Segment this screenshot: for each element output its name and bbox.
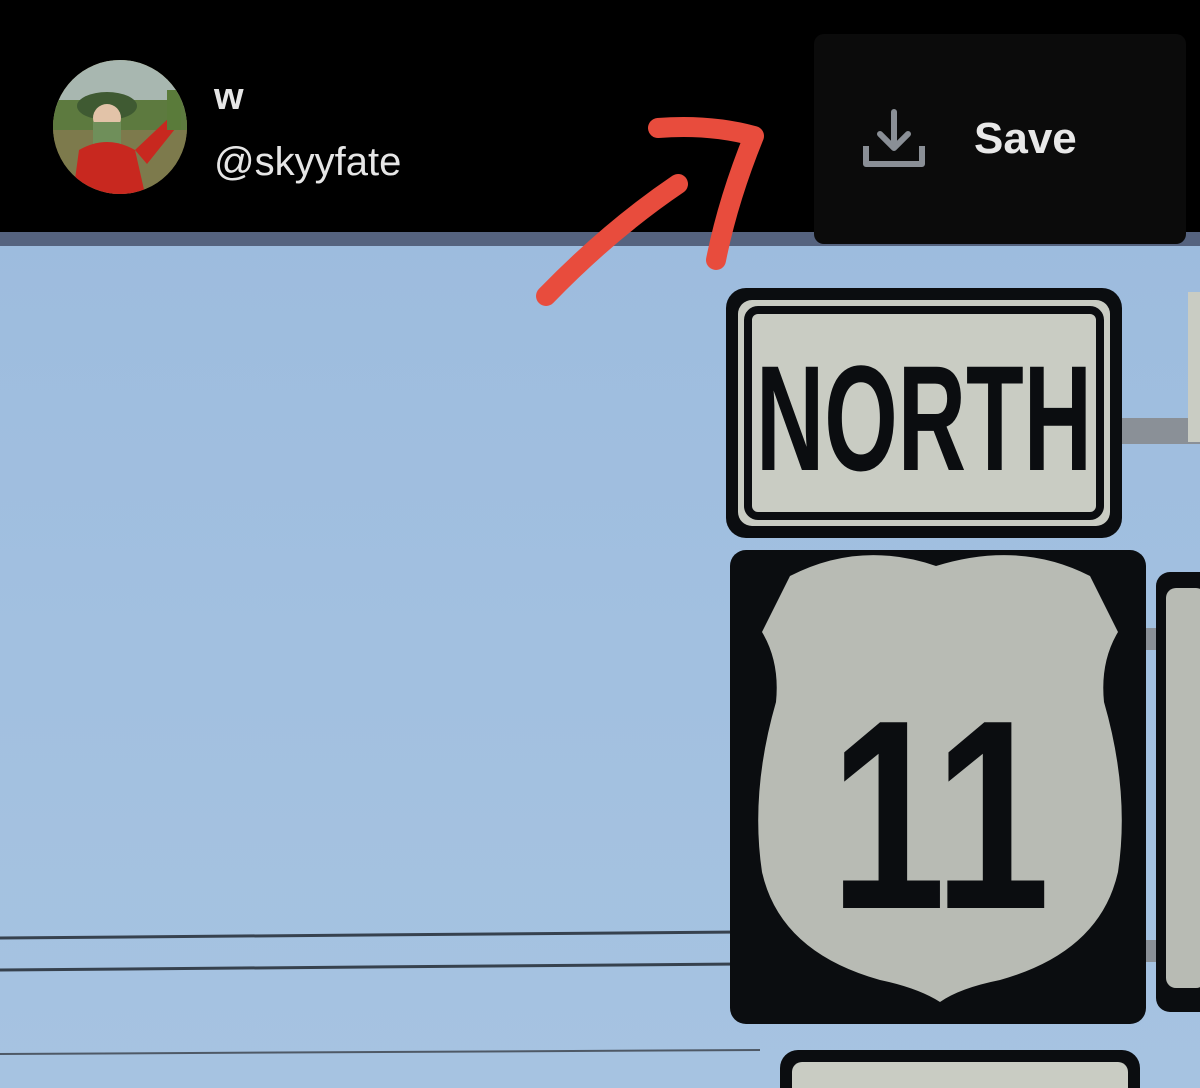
avatar[interactable] [53,60,187,194]
download-icon [863,109,925,167]
route-number-text: 11 [830,665,1050,966]
user-handle[interactable]: @skyyfate [214,140,401,185]
save-label: Save [974,114,1077,163]
road-signs: NORTH 11 [0,288,1200,1088]
display-name[interactable]: w [214,76,244,119]
avatar-image [53,60,187,194]
save-menu: Save [814,34,1186,244]
save-button[interactable]: Save [814,34,1186,244]
north-sign-text: NORTH [756,334,1092,502]
post-photo[interactable]: NORTH 11 [0,232,1200,1088]
